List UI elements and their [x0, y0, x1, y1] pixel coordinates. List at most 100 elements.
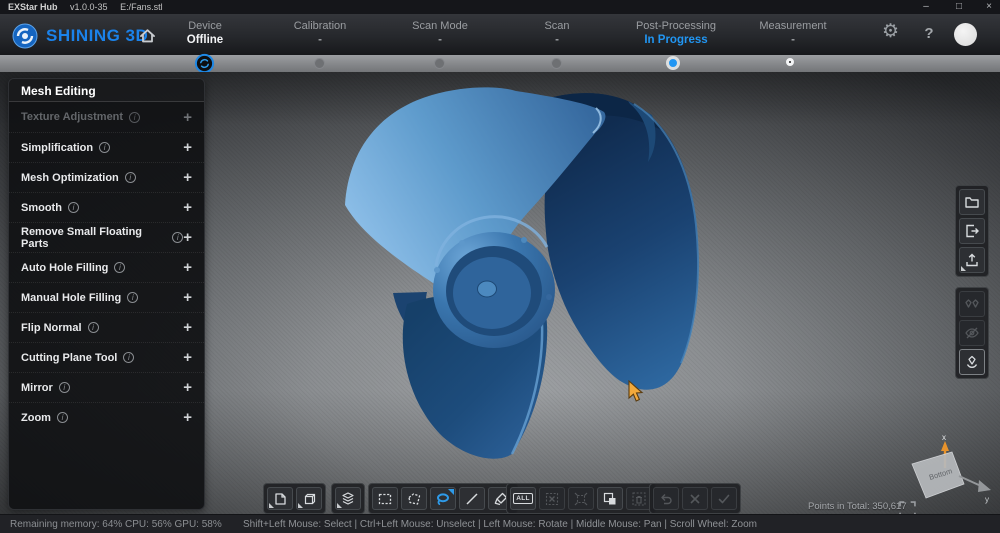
open-file-button[interactable]: [959, 189, 985, 215]
export-button[interactable]: [959, 218, 985, 244]
hide-model-button[interactable]: [959, 320, 985, 346]
help-icon[interactable]: ?: [922, 25, 936, 42]
panel-item-smooth[interactable]: Smooth i +: [9, 192, 204, 222]
rectangle-select-button[interactable]: [372, 487, 398, 510]
close-button[interactable]: ×: [978, 0, 1000, 13]
status-bar: Remaining memory: 64% CPU: 56% GPU: 58% …: [0, 514, 1000, 533]
maximize-button[interactable]: □: [948, 0, 970, 13]
select-visible-icon: [272, 491, 288, 507]
undo-icon: [658, 491, 674, 507]
info-icon[interactable]: i: [114, 262, 125, 273]
file-toolbar: [955, 185, 989, 277]
polygon-select-button[interactable]: [401, 487, 427, 510]
expand-icon[interactable]: +: [183, 319, 192, 336]
progress-timeline: [0, 55, 1000, 72]
panel-item-flip-normal[interactable]: Flip Normal i +: [9, 312, 204, 342]
expand-icon[interactable]: +: [183, 109, 192, 126]
panel-title: Mesh Editing: [9, 79, 204, 102]
display-toolbar: [955, 287, 989, 379]
expand-icon[interactable]: +: [183, 349, 192, 366]
expand-icon[interactable]: +: [183, 139, 192, 156]
info-icon[interactable]: i: [129, 112, 140, 123]
info-icon[interactable]: i: [57, 412, 68, 423]
display-layers-button[interactable]: [335, 487, 361, 510]
confirm-actions-group: [649, 483, 741, 514]
settings-gear-icon[interactable]: ⚙: [882, 20, 899, 43]
info-icon[interactable]: i: [88, 322, 99, 333]
brand-logo-icon: [12, 23, 38, 49]
points-total: Points in Total: 350,617: [808, 501, 907, 512]
expand-icon[interactable]: +: [183, 289, 192, 306]
select-through-button[interactable]: [296, 487, 322, 510]
layers-icon: [340, 491, 356, 507]
line-select-button[interactable]: [459, 487, 485, 510]
upload-button[interactable]: [959, 247, 985, 273]
panel-item-manual-hole-filling[interactable]: Manual Hole Filling i +: [9, 282, 204, 312]
expand-icon[interactable]: +: [183, 199, 192, 216]
avatar[interactable]: [954, 23, 977, 46]
step-dot-scan-mode[interactable]: [434, 58, 445, 69]
info-icon[interactable]: i: [123, 352, 134, 363]
invert-selection-icon: [602, 491, 618, 507]
orientation-gizmo[interactable]: x Bottom y: [902, 430, 994, 508]
info-icon[interactable]: i: [99, 142, 110, 153]
eye-off-icon: [964, 325, 980, 341]
deselect-icon: [544, 491, 560, 507]
compare-models-button[interactable]: [959, 291, 985, 317]
expand-icon[interactable]: +: [183, 169, 192, 186]
expand-icon[interactable]: +: [183, 379, 192, 396]
step-dot-scan[interactable]: [551, 58, 562, 69]
expand-icon[interactable]: +: [183, 409, 192, 426]
confirm-button[interactable]: [711, 487, 737, 510]
step-dot-post-processing[interactable]: [666, 56, 680, 70]
device-sync-icon[interactable]: [194, 53, 215, 74]
panel-item-mirror[interactable]: Mirror i +: [9, 372, 204, 402]
nav-step-scan[interactable]: Scan -: [492, 20, 622, 46]
panel-item-zoom[interactable]: Zoom i +: [9, 402, 204, 432]
select-all-button[interactable]: ALL: [510, 487, 536, 510]
nav-step-measurement[interactable]: Measurement -: [728, 20, 858, 46]
expand-icon[interactable]: +: [183, 259, 192, 276]
invert-selection-button[interactable]: [597, 487, 623, 510]
nav-step-scan-mode[interactable]: Scan Mode -: [375, 20, 505, 46]
info-icon[interactable]: i: [127, 292, 138, 303]
info-icon[interactable]: i: [125, 172, 136, 183]
gems-icon: [964, 296, 980, 312]
step-dot-measurement[interactable]: [786, 58, 794, 66]
selection-tools-group: [368, 483, 518, 514]
brand-name: SHINING 3D: [46, 26, 148, 46]
display-mode-group: [331, 483, 365, 514]
panel-item-texture-adjustment[interactable]: Texture Adjustment i +: [9, 102, 204, 132]
nav-step-calibration[interactable]: Calibration -: [255, 20, 385, 46]
lasso-select-button[interactable]: [430, 487, 456, 510]
titlebar: EXStar Hub v1.0.0-35 E:/Fans.stl – □ ×: [0, 0, 1000, 14]
minimize-button[interactable]: –: [915, 0, 937, 13]
panel-item-cutting-plane-tool[interactable]: Cutting Plane Tool i +: [9, 342, 204, 372]
undo-button[interactable]: [653, 487, 679, 510]
export-icon: [964, 223, 980, 239]
panel-item-mesh-optimization[interactable]: Mesh Optimization i +: [9, 162, 204, 192]
show-model-button[interactable]: [959, 349, 985, 375]
cube-icon: [301, 491, 317, 507]
nav-step-post-processing[interactable]: Post-Processing In Progress: [611, 20, 741, 46]
expand-icon[interactable]: +: [183, 229, 192, 246]
info-icon[interactable]: i: [59, 382, 70, 393]
open-file-path: E:/Fans.stl: [120, 2, 163, 12]
panel-item-remove-small-floating-parts[interactable]: Remove Small Floating Parts i +: [9, 222, 204, 252]
active-corner-marker: [448, 489, 454, 495]
expand-selection-button[interactable]: [568, 487, 594, 510]
cancel-button[interactable]: [682, 487, 708, 510]
dropdown-corner-marker: [961, 266, 966, 271]
deselect-button[interactable]: [539, 487, 565, 510]
rectangle-select-icon: [377, 491, 393, 507]
step-dot-calibration[interactable]: [314, 58, 325, 69]
folder-icon: [964, 194, 980, 210]
info-icon[interactable]: i: [172, 232, 183, 243]
line-icon: [464, 491, 480, 507]
info-icon[interactable]: i: [68, 202, 79, 213]
select-visible-button[interactable]: [267, 487, 293, 510]
app-window: EXStar Hub v1.0.0-35 E:/Fans.stl – □ × S…: [0, 0, 1000, 533]
nav-step-device[interactable]: Device Offline: [140, 20, 270, 46]
panel-item-auto-hole-filling[interactable]: Auto Hole Filling i +: [9, 252, 204, 282]
panel-item-simplification[interactable]: Simplification i +: [9, 132, 204, 162]
